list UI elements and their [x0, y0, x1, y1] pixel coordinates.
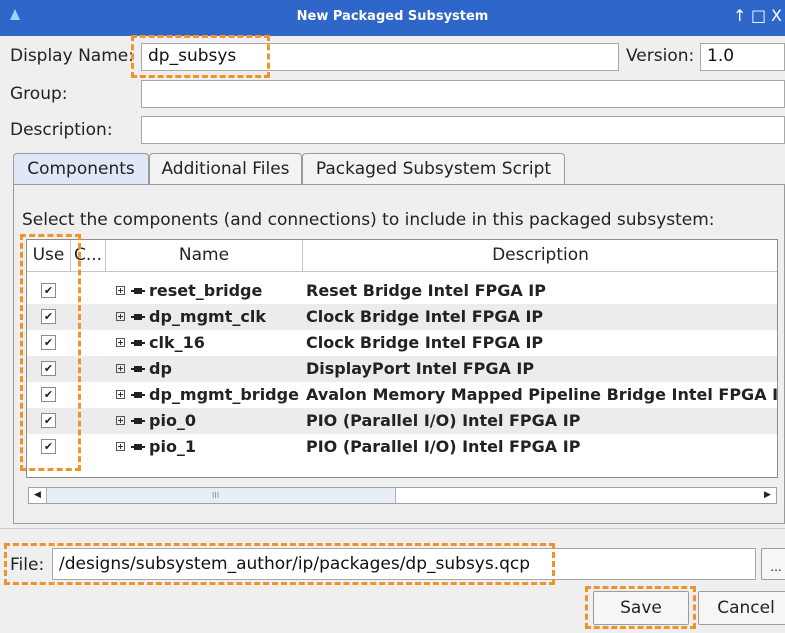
tab-packaged-subsystem-script[interactable]: Packaged Subsystem Script [302, 153, 565, 185]
scroll-right-icon[interactable]: ▶ [759, 488, 776, 503]
module-icon [131, 314, 145, 320]
scroll-left-icon[interactable]: ◀ [29, 488, 46, 503]
use-checkbox[interactable]: ✔ [41, 361, 56, 376]
use-checkbox[interactable]: ✔ [41, 283, 56, 298]
module-icon [131, 392, 145, 398]
table-row[interactable]: ✔ dp_mgmt_bridge Avalon Memory Mapped Pi… [27, 382, 778, 408]
cancel-button[interactable]: Cancel [698, 591, 785, 625]
component-description: PIO (Parallel I/O) Intel FPGA IP [306, 411, 581, 430]
column-header-description[interactable]: Description [303, 240, 777, 272]
horizontal-scrollbar[interactable]: ◀ III ▶ [28, 487, 777, 504]
use-checkbox[interactable]: ✔ [41, 439, 56, 454]
use-checkbox[interactable]: ✔ [41, 387, 56, 402]
table-row[interactable]: ✔ dp DisplayPort Intel FPGA IP [27, 356, 777, 382]
component-name: pio_1 [149, 437, 197, 456]
table-row[interactable]: ✔ reset_bridge Reset Bridge Intel FPGA I… [27, 278, 777, 304]
component-name: dp_mgmt_clk [149, 307, 266, 326]
use-checkbox[interactable]: ✔ [41, 335, 56, 350]
expand-icon[interactable] [116, 442, 125, 451]
tab-components[interactable]: Components [13, 153, 149, 185]
version-label: Version: [626, 46, 695, 66]
module-icon [131, 340, 145, 346]
scrollbar-thumb[interactable]: III [46, 488, 396, 503]
file-label: File: [10, 555, 45, 575]
component-name: reset_bridge [149, 281, 263, 300]
file-path-input[interactable]: /designs/subsystem_author/ip/packages/dp… [52, 548, 756, 580]
component-description: DisplayPort Intel FPGA IP [306, 359, 535, 378]
tab-additional-files[interactable]: Additional Files [149, 153, 302, 185]
expand-icon[interactable] [116, 286, 125, 295]
column-header-name[interactable]: Name [106, 240, 303, 272]
close-icon[interactable]: X [771, 6, 782, 26]
title-bar: New Packaged Subsystem ↑ □ X [0, 0, 785, 36]
component-name: dp_mgmt_bridge [149, 385, 299, 404]
component-description: Avalon Memory Mapped Pipeline Bridge Int… [306, 385, 778, 404]
version-input[interactable]: 1.0 [700, 43, 785, 71]
components-table: Use C... Name Description ✔ reset_bridge… [26, 239, 778, 478]
component-description: PIO (Parallel I/O) Intel FPGA IP [306, 437, 581, 456]
group-input[interactable] [141, 80, 785, 108]
component-name: clk_16 [149, 333, 205, 352]
display-name-input[interactable]: dp_subsys [141, 43, 619, 71]
expand-icon[interactable] [116, 416, 125, 425]
window-title: New Packaged Subsystem [296, 9, 489, 24]
table-row[interactable]: ✔ pio_0 PIO (Parallel I/O) Intel FPGA IP [27, 408, 777, 434]
instructions-text: Select the components (and connections) … [22, 210, 715, 230]
component-description: Clock Bridge Intel FPGA IP [306, 333, 544, 352]
module-icon [131, 444, 145, 450]
column-header-use[interactable]: Use [27, 240, 71, 272]
column-header-connections[interactable]: C... [71, 240, 106, 272]
table-row[interactable]: ✔ pio_1 PIO (Parallel I/O) Intel FPGA IP [27, 434, 777, 460]
table-row[interactable]: ✔ clk_16 Clock Bridge Intel FPGA IP [27, 330, 777, 356]
browse-button[interactable]: ... [761, 548, 785, 580]
description-input[interactable] [141, 116, 785, 144]
save-button[interactable]: Save [593, 591, 689, 625]
expand-icon[interactable] [116, 312, 125, 321]
description-label: Description: [10, 120, 113, 140]
component-description: Reset Bridge Intel FPGA IP [306, 281, 546, 300]
scrollbar-grip: III [212, 491, 220, 500]
maximize-up-icon[interactable]: ↑ [733, 6, 746, 26]
module-icon [131, 366, 145, 372]
component-name: dp [149, 359, 172, 378]
display-name-label: Display Name: [10, 46, 134, 66]
module-icon [131, 288, 145, 294]
component-name: pio_0 [149, 411, 197, 430]
expand-icon[interactable] [116, 390, 125, 399]
restore-icon[interactable]: □ [751, 6, 766, 26]
component-description: Clock Bridge Intel FPGA IP [306, 307, 544, 326]
expand-icon[interactable] [116, 338, 125, 347]
module-icon [131, 418, 145, 424]
expand-icon[interactable] [116, 364, 125, 373]
separator [0, 528, 785, 529]
use-checkbox[interactable]: ✔ [41, 413, 56, 428]
group-label: Group: [10, 84, 68, 104]
use-checkbox[interactable]: ✔ [41, 309, 56, 324]
table-row[interactable]: ✔ dp_mgmt_clk Clock Bridge Intel FPGA IP [27, 304, 777, 330]
